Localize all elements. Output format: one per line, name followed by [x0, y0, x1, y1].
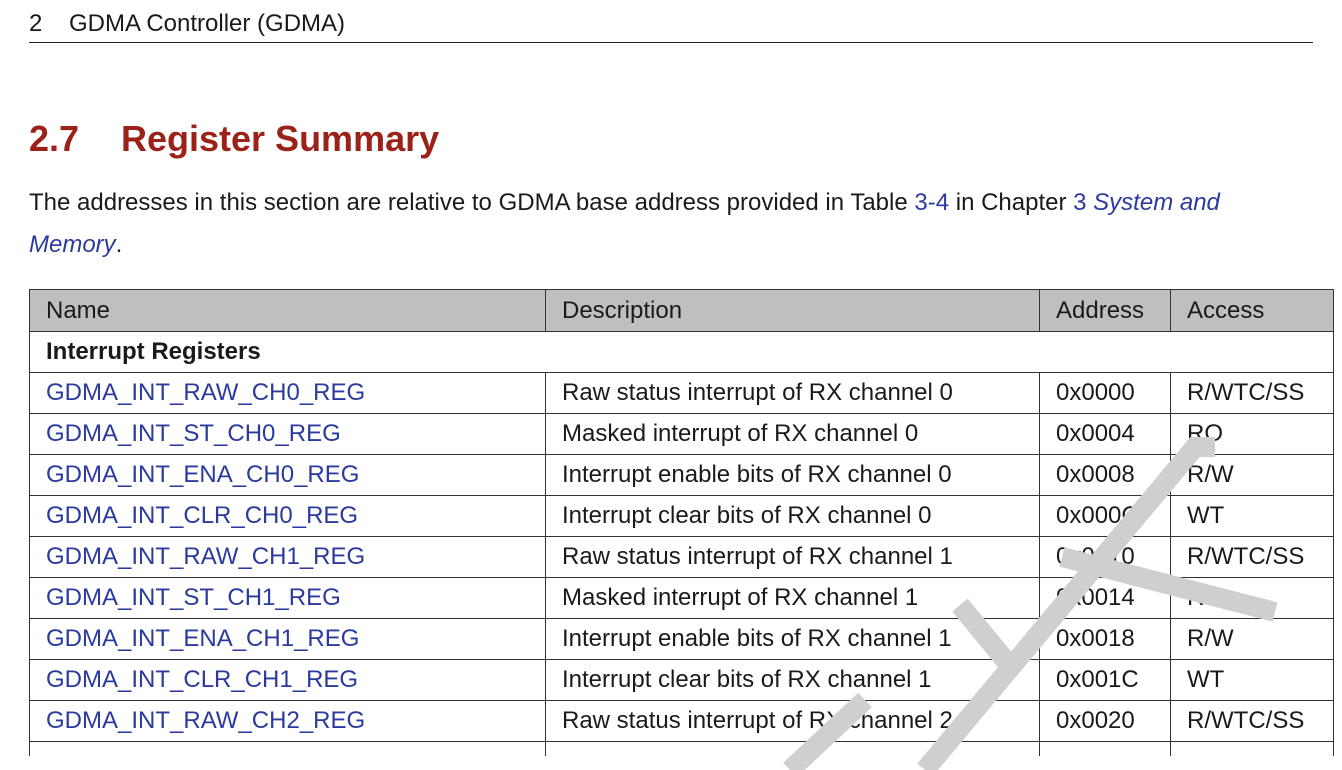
- register-summary-table: Name Description Address Access Interrup…: [29, 289, 1334, 756]
- cutoff-cell: [545, 741, 1040, 756]
- table-header-row: Name Description Address Access: [29, 289, 1334, 332]
- chapter-number: 2: [29, 10, 43, 37]
- table-row: GDMA_INT_RAW_CH2_REG Raw status interrupt…: [29, 700, 1334, 742]
- column-header-name: Name: [29, 289, 546, 332]
- register-description: Raw status interrupt of RX channel 0: [545, 372, 1040, 414]
- register-name[interactable]: GDMA_INT_ST_CH1_REG: [29, 577, 546, 619]
- register-address: 0x0000: [1039, 372, 1171, 414]
- register-access: R/WTC/SS: [1170, 536, 1334, 578]
- table-row: GDMA_INT_RAW_CH1_REG Raw status interrupt…: [29, 536, 1334, 578]
- register-address: 0x0008: [1039, 454, 1171, 496]
- register-address: 0x0004: [1039, 413, 1171, 455]
- cutoff-cell: [1170, 741, 1334, 756]
- register-name[interactable]: GDMA_INT_RAW_CH2_REG: [29, 700, 546, 742]
- table-row: GDMA_INT_ENA_CH1_REG Interrupt enable bit…: [29, 618, 1334, 660]
- register-description: Interrupt enable bits of RX channel 1: [545, 618, 1040, 660]
- register-name[interactable]: GDMA_INT_ENA_CH0_REG: [29, 454, 546, 496]
- intro-text-1: The addresses in this section are relati…: [29, 189, 915, 216]
- register-address: 0x0014: [1039, 577, 1171, 619]
- column-header-address: Address: [1039, 289, 1171, 332]
- register-description: Raw status interrupt of RX channel 2: [545, 700, 1040, 742]
- section-number: 2.7: [29, 118, 80, 159]
- register-access: RO: [1170, 413, 1334, 455]
- table-row: GDMA_INT_CLR_CH1_REG Interrupt clear bits…: [29, 659, 1334, 701]
- register-description: Raw status interrupt of RX channel 1: [545, 536, 1040, 578]
- register-description: Interrupt enable bits of RX channel 0: [545, 454, 1040, 496]
- running-header: 2 GDMA Controller (GDMA): [29, 8, 1313, 43]
- register-description: Masked interrupt of RX channel 0: [545, 413, 1040, 455]
- section-title: Register Summary: [121, 118, 440, 159]
- column-header-access: Access: [1170, 289, 1334, 332]
- intro-text-3: .: [115, 231, 123, 258]
- table-row: GDMA_INT_ST_CH0_REG Masked interrupt of R…: [29, 413, 1334, 455]
- register-address: 0x000C: [1039, 495, 1171, 537]
- register-access: R/WTC/SS: [1170, 372, 1334, 414]
- chapter-ref-link[interactable]: 3: [1073, 189, 1086, 216]
- table-row: GDMA_INT_CLR_CH0_REG Interrupt clear bits…: [29, 495, 1334, 537]
- group-row: Interrupt Registers: [29, 331, 1334, 373]
- register-description: Interrupt clear bits of RX channel 0: [545, 495, 1040, 537]
- table-body: Interrupt Registers GDMA_INT_RAW_CH0_REG…: [29, 331, 1334, 756]
- intro-text-2: in Chapter: [949, 189, 1074, 216]
- register-description: Masked interrupt of RX channel 1: [545, 577, 1040, 619]
- register-name[interactable]: GDMA_INT_RAW_CH0_REG: [29, 372, 546, 414]
- register-name[interactable]: GDMA_INT_CLR_CH1_REG: [29, 659, 546, 701]
- column-header-description: Description: [545, 289, 1040, 332]
- group-label: Interrupt Registers: [29, 331, 1334, 373]
- register-name[interactable]: GDMA_INT_ENA_CH1_REG: [29, 618, 546, 660]
- cutoff-cell: [1039, 741, 1171, 756]
- cutoff-cell: [29, 741, 546, 756]
- section-heading: 2.7 Register Summary: [29, 116, 439, 162]
- register-address: 0x0020: [1039, 700, 1171, 742]
- register-access: R/WTC/SS: [1170, 700, 1334, 742]
- table-row: GDMA_INT_ENA_CH0_REG Interrupt enable bit…: [29, 454, 1334, 496]
- register-address: 0x0010: [1039, 536, 1171, 578]
- table-row-cutoff: [29, 741, 1334, 756]
- register-access: RO: [1170, 577, 1334, 619]
- register-access: WT: [1170, 495, 1334, 537]
- register-access: WT: [1170, 659, 1334, 701]
- register-access: R/W: [1170, 454, 1334, 496]
- register-address: 0x001C: [1039, 659, 1171, 701]
- intro-paragraph: The addresses in this section are relati…: [29, 182, 1319, 266]
- register-name[interactable]: GDMA_INT_ST_CH0_REG: [29, 413, 546, 455]
- register-name[interactable]: GDMA_INT_CLR_CH0_REG: [29, 495, 546, 537]
- register-description: Interrupt clear bits of RX channel 1: [545, 659, 1040, 701]
- table-row: GDMA_INT_RAW_CH0_REG Raw status interrupt…: [29, 372, 1334, 414]
- register-access: R/W: [1170, 618, 1334, 660]
- register-address: 0x0018: [1039, 618, 1171, 660]
- chapter-title: GDMA Controller (GDMA): [69, 10, 346, 37]
- register-name[interactable]: GDMA_INT_RAW_CH1_REG: [29, 536, 546, 578]
- table-ref-link[interactable]: 3-4: [914, 189, 949, 216]
- table-row: GDMA_INT_ST_CH1_REG Masked interrupt of R…: [29, 577, 1334, 619]
